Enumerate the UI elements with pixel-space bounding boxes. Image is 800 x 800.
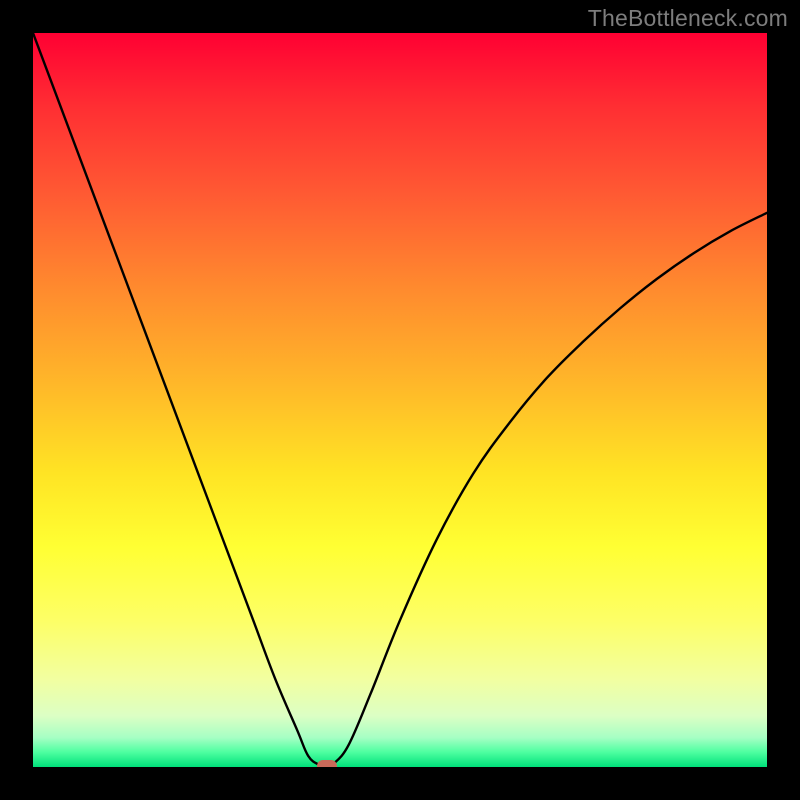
bottleneck-curve [33, 33, 767, 766]
watermark-text: TheBottleneck.com [588, 5, 788, 32]
plot-area [33, 33, 767, 767]
optimum-marker [317, 760, 337, 767]
curve-svg [33, 33, 767, 767]
chart-frame: TheBottleneck.com [0, 0, 800, 800]
